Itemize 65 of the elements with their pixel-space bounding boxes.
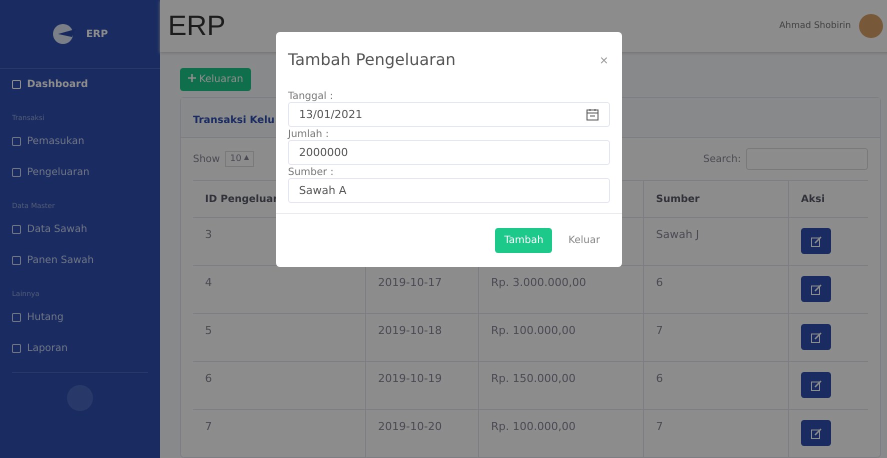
edit-icon <box>810 236 822 246</box>
sidebar-item[interactable]: Panen Sawah <box>0 245 160 276</box>
table-cell: Sawah J <box>656 228 700 241</box>
sidebar-item[interactable]: Dashboard <box>0 69 160 100</box>
sidebar-item[interactable]: Hutang <box>0 302 160 333</box>
edit-button[interactable] <box>801 372 831 398</box>
menu-item-icon <box>12 168 21 177</box>
date-field[interactable]: 13/01/2021 <box>288 102 610 127</box>
field-label: Tanggal : <box>288 91 334 102</box>
add-expense-button[interactable]: Keluaran <box>180 68 252 91</box>
caret-icon <box>244 155 250 161</box>
table-cell: 7 <box>205 420 212 433</box>
input-field[interactable]: Sawah A <box>288 178 610 203</box>
field-label: Jumlah : <box>288 129 330 140</box>
edit-icon <box>810 284 822 294</box>
table-cell: Rp. 3.000.000,00 <box>491 276 586 289</box>
edit-icon <box>810 380 822 390</box>
edit-icon <box>810 428 822 438</box>
table-cell: Rp. 100.000,00 <box>491 420 576 433</box>
field-label: Sumber : <box>288 167 335 178</box>
menu-item-icon <box>12 137 21 146</box>
card-title: Transaksi Kelu <box>193 115 275 126</box>
table-cell: Rp. 100.000,00 <box>491 324 576 337</box>
submit-button[interactable]: Tambah <box>495 228 552 253</box>
sidebar-item[interactable]: Pengeluaran <box>0 157 160 188</box>
edit-button[interactable] <box>801 228 831 254</box>
menu-item-icon <box>12 313 21 322</box>
brand-name: ERP <box>86 28 108 40</box>
menu-item-icon <box>12 80 21 89</box>
modal-title: Tambah Pengeluaran <box>288 50 456 69</box>
menu-item-icon <box>12 225 21 234</box>
plus-icon <box>188 74 196 82</box>
menu-item-icon <box>12 256 21 265</box>
search-label: Search: <box>703 154 741 164</box>
column-header[interactable]: Sumber <box>643 181 788 217</box>
cancel-button[interactable]: Keluar <box>562 234 606 247</box>
page-title: ERP <box>168 10 226 42</box>
input-field[interactable]: 2000000 <box>288 140 610 165</box>
edit-button[interactable] <box>801 324 831 350</box>
table-cell: 7 <box>656 324 663 337</box>
table-cell: 6 <box>656 276 663 289</box>
table-cell: 6 <box>205 372 212 385</box>
edit-button[interactable] <box>801 420 831 446</box>
table-cell: 3 <box>205 228 212 241</box>
user-name[interactable]: Ahmad Shobirin <box>779 21 851 31</box>
table-cell: 4 <box>205 276 212 289</box>
edit-icon <box>810 332 822 342</box>
table-cell: 2019-10-17 <box>378 276 442 289</box>
table-cell: 2019-10-19 <box>378 372 442 385</box>
show-label: Show <box>193 154 220 164</box>
close-button[interactable]: × <box>600 52 608 68</box>
table-cell: 7 <box>656 420 663 433</box>
sidebar-item[interactable]: Data Sawah <box>0 214 160 245</box>
table-cell: Rp. 150.000,00 <box>491 372 576 385</box>
menu-item-icon <box>12 344 21 353</box>
table-cell: 2019-10-20 <box>378 420 442 433</box>
edit-button[interactable] <box>801 276 831 302</box>
table-cell: 6 <box>656 372 663 385</box>
calendar-icon <box>586 108 599 121</box>
page-size-select[interactable]: 10 <box>224 151 254 167</box>
sidebar-item[interactable]: Laporan <box>0 333 160 364</box>
table-cell: 5 <box>205 324 212 337</box>
sidebar-item[interactable]: Pemasukan <box>0 126 160 157</box>
table-cell: 2019-10-18 <box>378 324 442 337</box>
column-header[interactable]: Aksi <box>788 181 868 217</box>
